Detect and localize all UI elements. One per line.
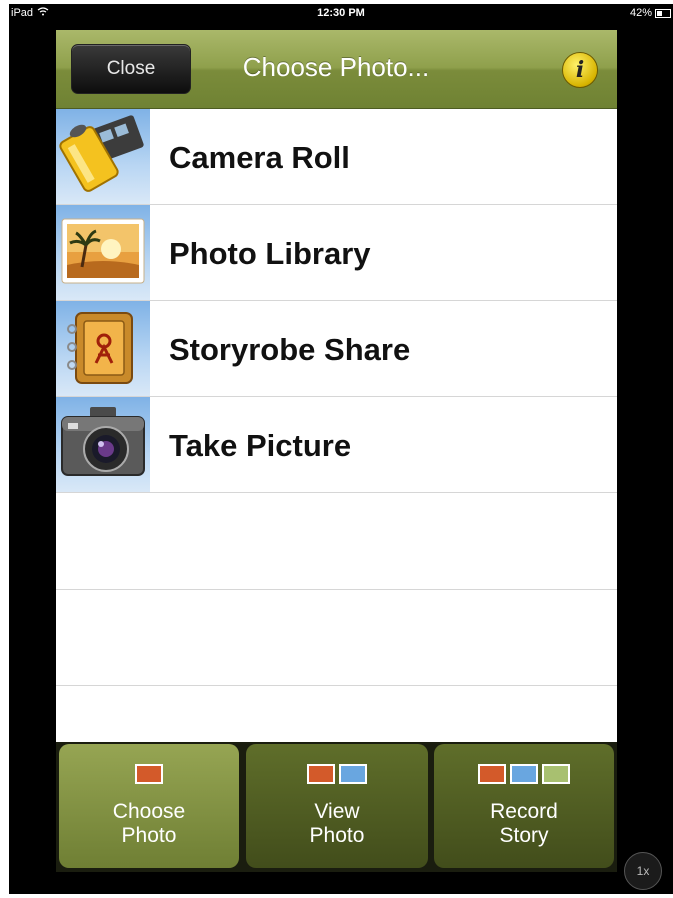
empty-row [56,493,617,590]
swatch-blue [510,764,538,784]
film-roll-icon [56,109,150,204]
tab-choose-photo[interactable]: Choose Photo [59,744,239,868]
tab-swatches [434,764,614,788]
tab-label: Choose Photo [59,800,239,848]
tab-label-line1: Choose [112,800,186,823]
choose-photo-panel: Close Choose Photo... i Camera Roll Phot… [56,30,617,872]
tab-bar: Choose Photo View Photo Record Story [56,742,617,872]
list-item-camera-roll[interactable]: Camera Roll [56,109,617,205]
swatch-blue [339,764,367,784]
tab-label: Record Story [434,800,614,848]
photo-library-icon [56,205,150,300]
tab-label-line2: Photo [309,824,365,847]
status-right: 42% [630,7,671,19]
empty-row [56,590,617,686]
swatch-orange [135,764,163,784]
camera-icon [56,397,150,492]
swatch-orange [478,764,506,784]
navigation-bar: Close Choose Photo... i [56,30,617,109]
tab-view-photo[interactable]: View Photo [246,744,428,868]
tab-label-line2: Story [499,824,549,847]
list-item-storyrobe-share[interactable]: Storyrobe Share [56,301,617,397]
status-time: 12:30 PM [317,7,365,19]
storyrobe-share-icon [56,301,150,396]
battery-icon [655,8,671,18]
swatch-green [542,764,570,784]
close-button[interactable]: Close [71,44,191,94]
tab-record-story[interactable]: Record Story [434,744,614,868]
battery-percent: 42% [629,7,652,19]
tab-label-line2: Photo [121,824,177,847]
page-title: Choose Photo... [242,52,430,82]
tab-label-line1: View [314,800,360,823]
tab-swatches [246,764,428,788]
zoom-button[interactable]: 1x [624,852,662,890]
photo-source-list: Camera Roll Photo Library Storyrobe Shar… [56,109,617,686]
list-item-take-picture[interactable]: Take Picture [56,397,617,493]
list-item-label: Take Picture [169,428,352,463]
list-item-photo-library[interactable]: Photo Library [56,205,617,301]
tab-swatches [59,764,239,788]
info-button[interactable]: i [562,52,598,88]
swatch-orange [307,764,335,784]
tab-label-line1: Record [490,800,558,823]
info-icon: i [575,57,585,83]
status-bar: iPad 12:30 PM 42% [9,4,673,24]
list-item-label: Storyrobe Share [169,332,411,367]
list-item-label: Photo Library [169,236,371,271]
list-item-label: Camera Roll [169,140,350,175]
tab-label: View Photo [246,800,428,848]
